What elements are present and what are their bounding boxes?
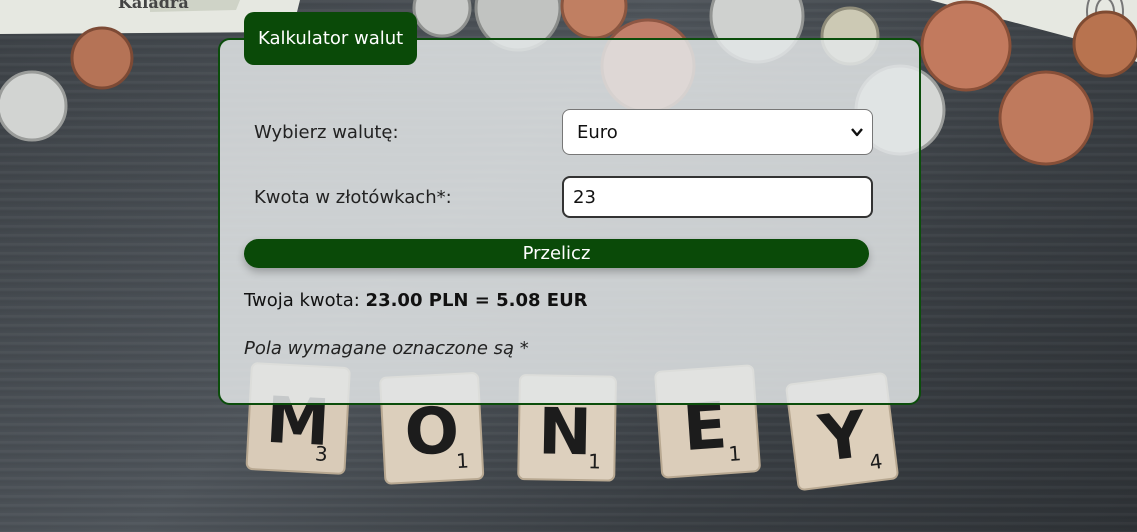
- amount-input-value: 23: [573, 186, 596, 208]
- convert-button[interactable]: Przelicz: [244, 239, 869, 268]
- result-text: Twoja kwota: 23.00 PLN = 5.08 EUR: [244, 290, 588, 311]
- result-prefix: Twoja kwota:: [244, 290, 366, 311]
- banknote-text: Kaladra: [118, 0, 189, 12]
- tile-score: 3: [314, 441, 328, 466]
- panel-title-text: Kalkulator walut: [258, 28, 404, 49]
- tile-letter: O: [403, 394, 461, 471]
- currency-select[interactable]: Euro: [562, 109, 873, 155]
- amount-label: Kwota w złotówkach*:: [254, 187, 452, 208]
- currency-select-value: Euro: [577, 121, 618, 143]
- currency-label: Wybierz walutę:: [254, 122, 399, 143]
- tile-score: 1: [455, 448, 469, 473]
- tile-score: 1: [728, 441, 742, 466]
- chevron-down-icon: [851, 128, 863, 137]
- required-fields-note: Pola wymagane oznaczone są *: [244, 338, 529, 359]
- tile-letter: Y: [814, 398, 871, 477]
- result-value: 23.00 PLN = 5.08 EUR: [365, 290, 588, 311]
- panel-title: Kalkulator walut: [244, 12, 418, 65]
- amount-input[interactable]: 23: [562, 176, 873, 218]
- tile-letter: N: [538, 395, 593, 470]
- tile-score: 1: [588, 449, 601, 473]
- convert-button-label: Przelicz: [522, 243, 591, 264]
